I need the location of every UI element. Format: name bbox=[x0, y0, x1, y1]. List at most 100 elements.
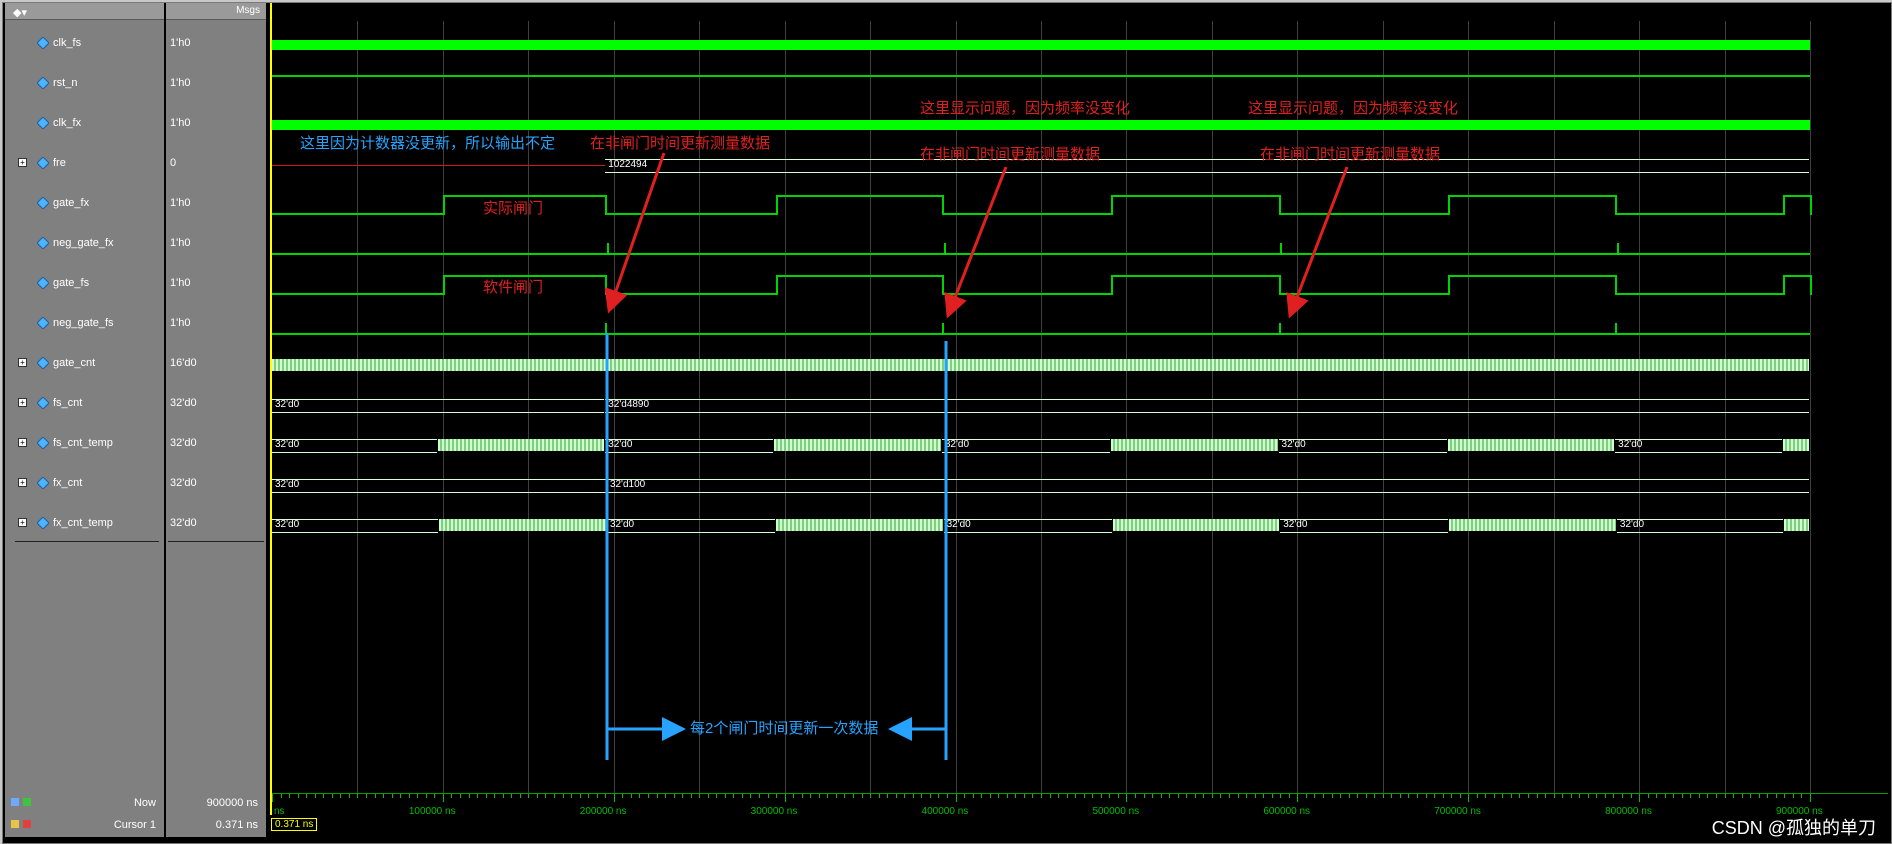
cursor-row: Cursor 1 bbox=[5, 815, 164, 837]
signal-row-gate_fx[interactable]: gate_fx bbox=[5, 185, 164, 225]
lock-icon[interactable] bbox=[11, 820, 19, 828]
ruler-tick bbox=[989, 794, 991, 798]
ruler-tick bbox=[331, 794, 333, 798]
ruler-tick bbox=[682, 794, 684, 798]
ruler-tick bbox=[1647, 794, 1649, 798]
time-ruler[interactable]: ns 100000 ns 200000 ns 300000 ns 400000 ns 50… bbox=[270, 793, 1888, 839]
ruler-tick bbox=[1485, 794, 1487, 798]
signal-diamond-icon bbox=[36, 276, 50, 294]
signal-row-gate_cnt[interactable]: + gate_cnt bbox=[5, 345, 164, 385]
ruler-tick bbox=[434, 794, 436, 798]
ruler-tick bbox=[1630, 794, 1632, 798]
zoom-icon[interactable] bbox=[11, 798, 19, 806]
ruler-tick bbox=[998, 794, 1000, 798]
signal-diamond-icon bbox=[36, 76, 50, 94]
ruler-tick bbox=[1596, 794, 1598, 798]
ruler-tick bbox=[1468, 794, 1470, 802]
now-label: Now bbox=[133, 797, 156, 809]
signal-row-neg_gate_fs[interactable]: neg_gate_fs bbox=[5, 305, 164, 345]
signal-row-fre[interactable]: + fre bbox=[5, 145, 164, 185]
ruler-tick bbox=[1254, 794, 1256, 798]
signal-diamond-icon bbox=[36, 476, 50, 494]
ruler-tick bbox=[596, 794, 598, 798]
ruler-tick bbox=[1408, 794, 1410, 798]
ruler-tick bbox=[1220, 794, 1222, 798]
ruler-tick bbox=[1075, 794, 1077, 798]
ruler-tick bbox=[964, 794, 966, 798]
ruler-tick bbox=[1083, 794, 1085, 798]
signal-row-clk_fs[interactable]: clk_fs bbox=[5, 25, 164, 65]
ruler-tick bbox=[1656, 794, 1658, 798]
ruler-tick bbox=[1186, 794, 1188, 798]
signal-row-fx_cnt[interactable]: + fx_cnt bbox=[5, 465, 164, 505]
signal-diamond-icon bbox=[36, 116, 50, 134]
ruler-tick bbox=[314, 794, 316, 798]
signal-row-clk_fx[interactable]: clk_fx bbox=[5, 105, 164, 145]
signal-value-pane: 1'h0 1'h0 1'h0 0 1'h0 1'h0 1'h0 1'h0 16'd0 32'd0 3… bbox=[166, 3, 266, 793]
ruler-tick bbox=[690, 794, 692, 798]
signal-name: neg_gate_fx bbox=[53, 237, 114, 249]
wave-menu-icon[interactable]: ◆▾ bbox=[13, 6, 27, 19]
expand-icon[interactable]: + bbox=[18, 478, 27, 487]
ruler-tick bbox=[835, 794, 837, 798]
signal-row-fs_cnt[interactable]: + fs_cnt bbox=[5, 385, 164, 425]
signal-row-neg_gate_fx[interactable]: neg_gate_fx bbox=[5, 225, 164, 265]
ruler-tick bbox=[1741, 794, 1743, 798]
ruler-tick bbox=[1365, 794, 1367, 798]
ruler-tick bbox=[1152, 794, 1154, 798]
ruler-label: 600000 ns bbox=[1263, 806, 1311, 817]
expand-icon[interactable]: + bbox=[18, 518, 27, 527]
ruler-tick bbox=[947, 794, 948, 798]
signal-name-pane: clk_fs rst_n clk_fx + fre gate_fx neg_gate_fxg… bbox=[5, 3, 164, 793]
ruler-tick bbox=[1348, 794, 1350, 798]
divider bbox=[168, 541, 264, 542]
cursor-label: Cursor 1 bbox=[113, 819, 156, 831]
signal-row-fs_cnt_temp[interactable]: + fs_cnt_temp bbox=[5, 425, 164, 465]
signal-row-gate_fs[interactable]: gate_fs bbox=[5, 265, 164, 305]
signal-diamond-icon bbox=[36, 36, 50, 54]
signal-row-rst_n[interactable]: rst_n bbox=[5, 65, 164, 105]
ruler-tick bbox=[297, 794, 299, 798]
ruler-tick bbox=[357, 794, 359, 798]
ruler-tick bbox=[1297, 794, 1299, 802]
ruler-label: 500000 ns bbox=[1092, 806, 1140, 817]
ruler-tick bbox=[502, 794, 504, 798]
ruler-tick bbox=[400, 794, 402, 798]
signal-value: 1'h0 bbox=[170, 237, 191, 249]
ruler-tick bbox=[1041, 794, 1042, 798]
cursor-line[interactable] bbox=[270, 3, 272, 815]
ruler-tick bbox=[553, 794, 555, 798]
waveform-canvas[interactable]: 1022494 32'd0 32'd4890 32'd0 32'd0 32'd0 32'd0… bbox=[270, 3, 1888, 793]
expand-icon[interactable]: + bbox=[18, 358, 27, 367]
ruler-tick bbox=[793, 794, 795, 798]
ruler-tick bbox=[981, 794, 983, 798]
ruler-tick bbox=[1425, 794, 1427, 798]
signal-value: 1'h0 bbox=[170, 197, 191, 209]
ruler-label: ns bbox=[274, 806, 285, 817]
ruler-tick bbox=[1058, 794, 1060, 798]
ruler-tick bbox=[1006, 794, 1008, 798]
expand-icon[interactable]: + bbox=[18, 398, 27, 407]
add-icon[interactable] bbox=[23, 798, 31, 806]
ruler-tick bbox=[1570, 794, 1572, 798]
signal-row-fx_cnt_temp[interactable]: + fx_cnt_temp bbox=[5, 505, 164, 545]
expand-icon[interactable]: + bbox=[18, 438, 27, 447]
signal-value: 32'd0 bbox=[170, 397, 197, 409]
ruler-tick bbox=[417, 794, 419, 798]
cursor-value: 0.371 ns bbox=[215, 819, 258, 831]
ruler-tick bbox=[1767, 794, 1769, 798]
ruler-tick bbox=[895, 794, 897, 798]
ruler-tick bbox=[1288, 794, 1290, 798]
expand-icon[interactable]: + bbox=[18, 158, 27, 167]
ruler-tick bbox=[1246, 794, 1248, 798]
ruler-tick bbox=[1169, 794, 1171, 798]
ruler-tick bbox=[519, 794, 521, 798]
delete-cursor-icon[interactable] bbox=[23, 820, 31, 828]
signal-diamond-icon bbox=[36, 436, 50, 454]
ruler-tick bbox=[1664, 794, 1666, 798]
arrow-red bbox=[944, 166, 1008, 319]
ruler-tick bbox=[272, 794, 273, 802]
signal-diamond-icon bbox=[36, 236, 50, 254]
ruler-tick bbox=[870, 794, 872, 798]
ruler-tick bbox=[1211, 794, 1213, 798]
